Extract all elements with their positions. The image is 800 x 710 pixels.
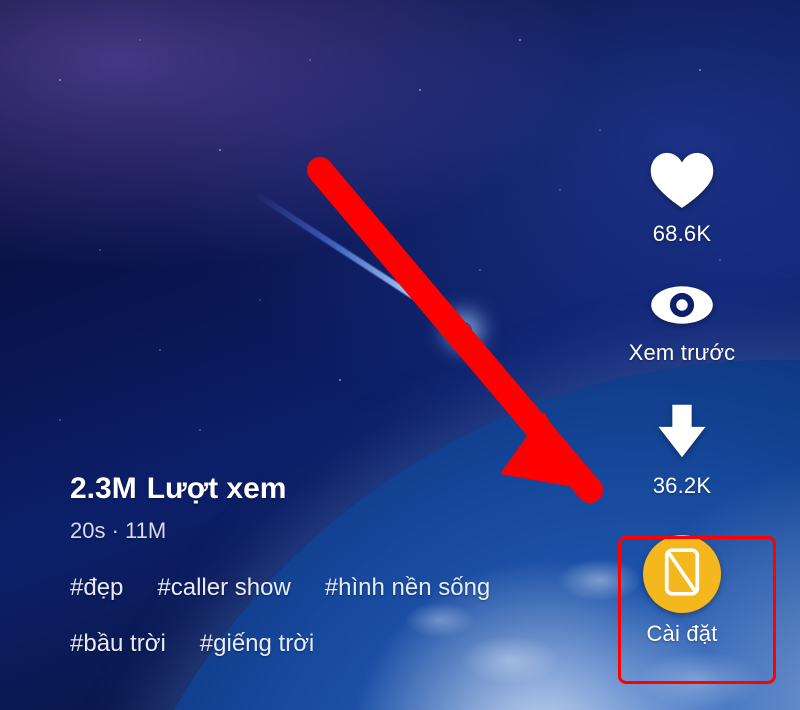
action-column: 68.6K Xem trước 36.2K [602,150,762,647]
eye-icon [649,283,715,332]
tag-item[interactable]: #bầu trời [70,630,166,658]
duration: 20s [70,518,105,543]
settings-circle [643,535,721,613]
phone-wallpaper-icon [663,548,701,601]
video-info: 2.3M Lượt xem 20s · 11M #đẹp #caller sho… [70,472,580,658]
meta-sep: · [105,518,125,543]
meta-line: 20s · 11M [70,518,580,544]
download-count: 36.2K [653,473,712,499]
tag-item[interactable]: #hình nền sống [325,574,490,602]
preview-button[interactable]: Xem trước [629,283,736,366]
views-count: 2.3M [70,472,137,506]
settings-label: Cài đặt [646,621,717,647]
tag-item[interactable]: #giếng trời [200,630,314,658]
views-label: Lượt xem [147,472,287,506]
download-button[interactable]: 36.2K [653,402,712,499]
tag-item[interactable]: #caller show [157,574,290,602]
preview-label: Xem trước [629,340,736,366]
file-size: 11M [125,518,166,543]
heart-icon [649,150,715,213]
comet-trail [253,191,466,332]
wallpaper-preview-screen: 68.6K Xem trước 36.2K [0,0,800,710]
comet-head [453,319,475,341]
tag-list: #đẹp #caller show #hình nền sống #bầu tr… [70,574,580,658]
settings-button[interactable]: Cài đặt [643,535,721,647]
like-count: 68.6K [653,221,712,247]
tag-item[interactable]: #đẹp [70,574,123,602]
download-arrow-icon [654,402,710,465]
comet-graphic [180,90,540,450]
like-button[interactable]: 68.6K [649,150,715,247]
views-line: 2.3M Lượt xem [70,472,580,506]
